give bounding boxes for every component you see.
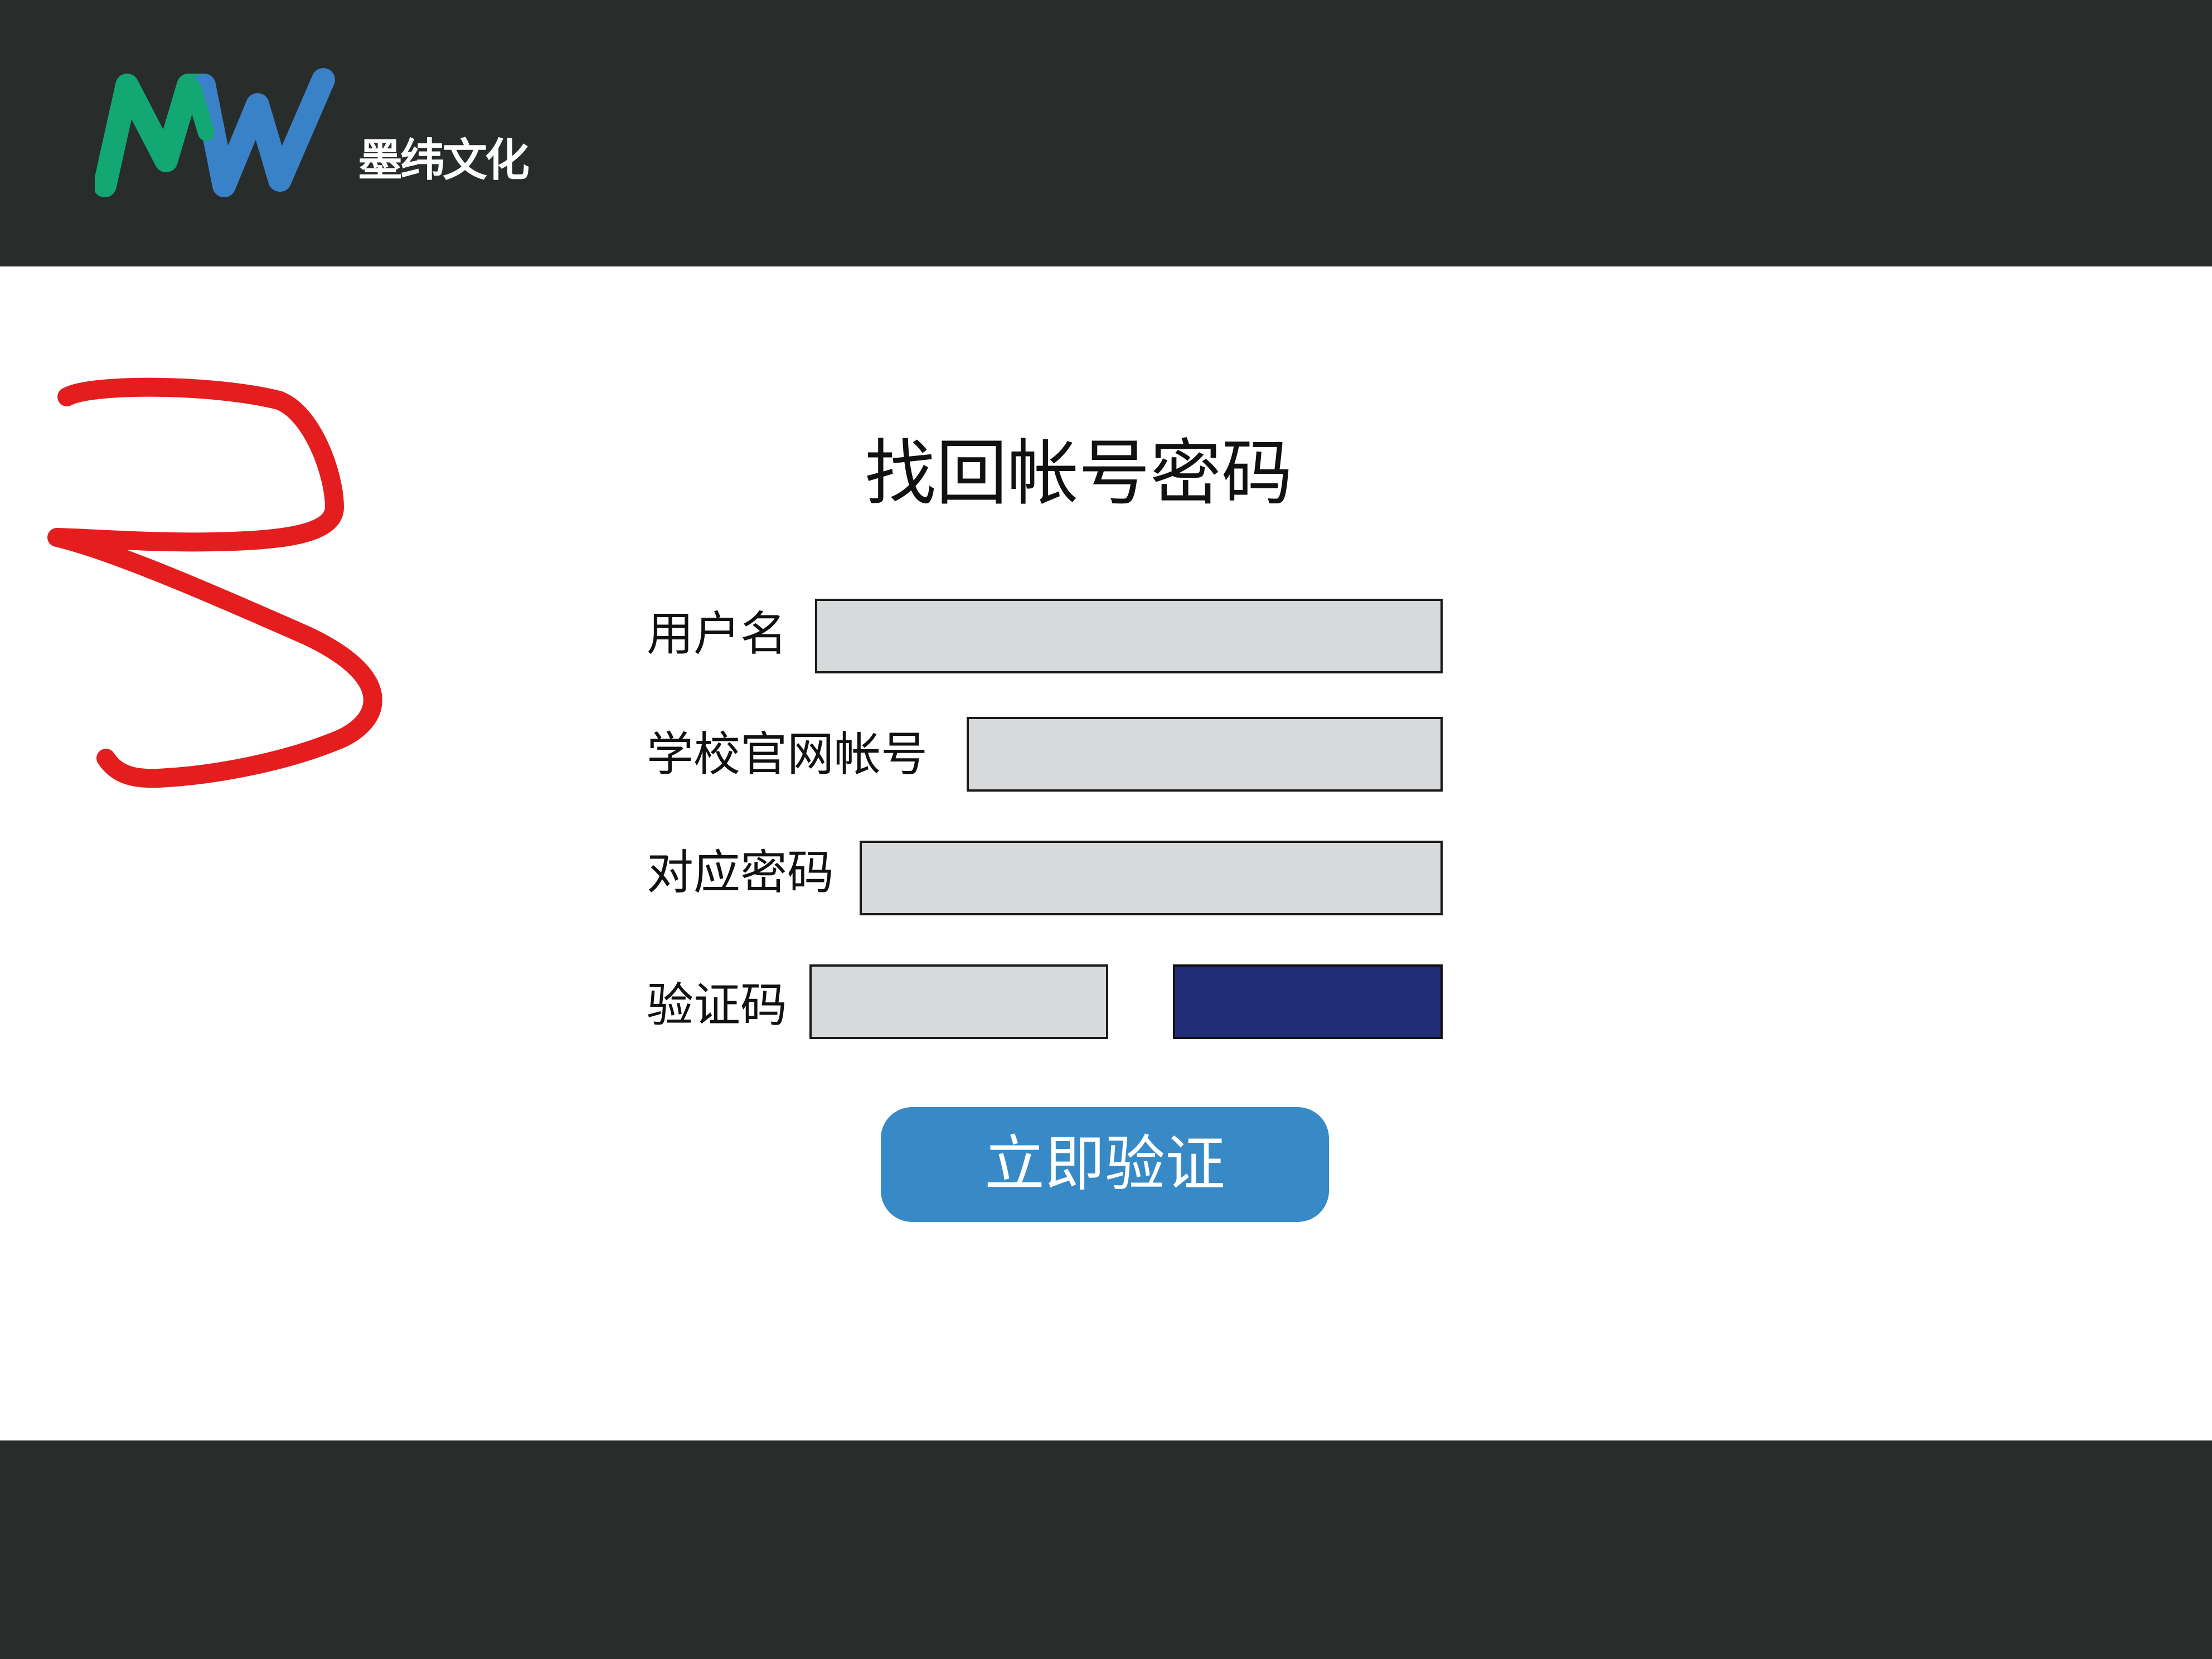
footer-bar <box>0 1440 2212 1659</box>
logo-mw-icon <box>95 68 335 197</box>
page: 墨纬文化 找回帐号密码 用户名 学校官网帐号 对应密码 验证码 立即验证 <box>0 0 2212 1659</box>
password-label: 对应密码 <box>647 845 835 900</box>
captcha-label: 验证码 <box>647 978 788 1032</box>
page-title: 找回帐号密码 <box>864 432 1293 515</box>
school-account-input[interactable] <box>967 717 1443 792</box>
username-label: 用户名 <box>647 607 788 661</box>
header-bar: 墨纬文化 <box>0 0 2212 266</box>
username-input[interactable] <box>815 599 1443 673</box>
captcha-image[interactable] <box>1173 964 1443 1039</box>
password-input[interactable] <box>860 841 1443 915</box>
logo-text: 墨纬文化 <box>358 134 530 186</box>
captcha-input[interactable] <box>809 964 1108 1039</box>
verify-button[interactable]: 立即验证 <box>881 1107 1329 1222</box>
handwritten-annotation-3 <box>47 377 382 788</box>
school-account-label: 学校官网帐号 <box>647 727 928 782</box>
